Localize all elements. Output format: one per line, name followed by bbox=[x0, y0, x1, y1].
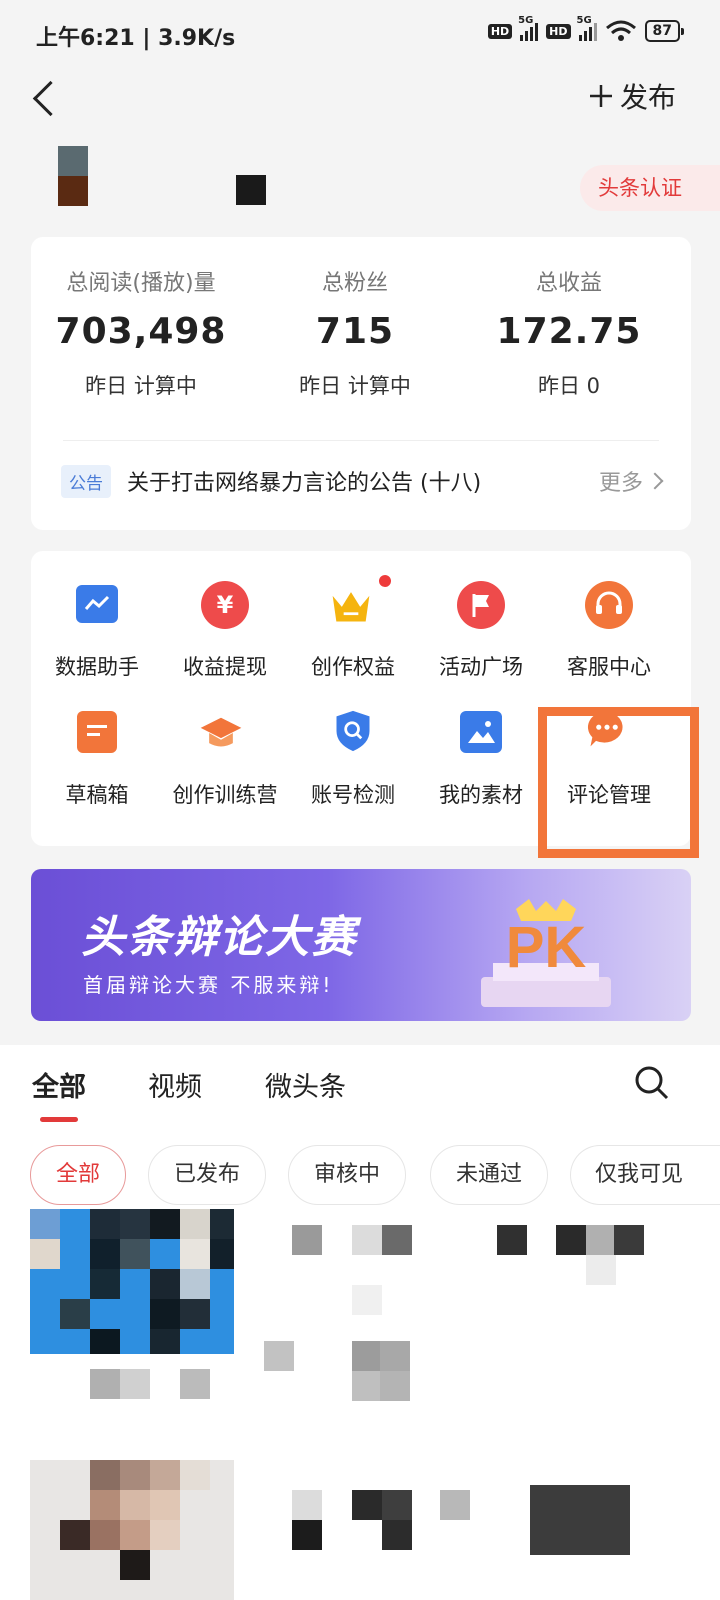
status-bar: 上午6:21 | 3.9K/s HD 5G HD 5G 87 bbox=[0, 0, 720, 70]
stat-value: 172.75 bbox=[496, 311, 642, 352]
banner-subtitle: 首届辩论大赛 不服来辩! bbox=[83, 973, 334, 997]
username-redacted bbox=[236, 175, 266, 205]
tool-drafts[interactable]: 草稿箱 bbox=[31, 699, 163, 819]
wifi-icon bbox=[605, 20, 636, 41]
tool-my-materials[interactable]: 我的素材 bbox=[415, 699, 547, 819]
stats-card: 总阅读(播放)量 703,498 昨日 计算中 总粉丝 715 昨日 计算中 总… bbox=[31, 237, 691, 530]
tool-label: 我的素材 bbox=[439, 783, 523, 807]
tool-label: 收益提现 bbox=[183, 655, 267, 679]
stat-reads[interactable]: 总阅读(播放)量 703,498 昨日 计算中 bbox=[31, 265, 251, 400]
stat-value: 703,498 bbox=[55, 311, 227, 352]
tab-underline bbox=[40, 1117, 78, 1122]
stat-earnings[interactable]: 总收益 172.75 昨日 0 bbox=[459, 265, 679, 400]
tool-label: 客服中心 bbox=[567, 655, 651, 679]
tool-creator-rights[interactable]: 创作权益 bbox=[287, 571, 419, 691]
hd-badge-2: HD bbox=[546, 23, 571, 39]
signal-icon-2: 5G bbox=[577, 15, 597, 41]
chip-published[interactable]: 已发布 bbox=[148, 1145, 266, 1205]
avatar[interactable] bbox=[58, 146, 88, 176]
signal-icon: 5G bbox=[518, 15, 539, 41]
tool-label: 草稿箱 bbox=[65, 783, 129, 807]
tool-label: 账号检测 bbox=[311, 783, 395, 807]
announcement-row[interactable]: 公告 关于打击网络暴力言论的公告 (十八) 更多 bbox=[61, 461, 664, 501]
tool-activity-square[interactable]: 活动广场 bbox=[415, 571, 547, 691]
highlight-box bbox=[538, 707, 699, 858]
content-tabs: 全部 视频 微头条 bbox=[0, 1045, 720, 1125]
draft-icon bbox=[77, 711, 117, 753]
announcement-tag: 公告 bbox=[61, 464, 111, 498]
chip-private[interactable]: 仅我可见 bbox=[570, 1145, 720, 1205]
status-time: 上午6:21 | 3.9K/s bbox=[36, 26, 236, 51]
graduation-cap-icon bbox=[200, 717, 242, 747]
top-bar: 发布 bbox=[0, 70, 720, 126]
banner-title: 头条辩论大赛 bbox=[81, 912, 357, 963]
stat-label: 总阅读(播放)量 bbox=[66, 271, 216, 296]
crown-icon bbox=[332, 592, 370, 622]
publish-label: 发布 bbox=[619, 81, 676, 114]
search-icon[interactable] bbox=[634, 1065, 670, 1101]
divider bbox=[63, 440, 659, 441]
tool-earnings-withdraw[interactable]: ¥ 收益提现 bbox=[159, 571, 291, 691]
content-feed: 全部 视频 微头条 全部 已发布 审核中 未通过 仅我可见 bbox=[0, 1045, 720, 1600]
tool-label: 创作训练营 bbox=[172, 783, 278, 807]
certification-badge[interactable]: 头条认证 bbox=[580, 165, 720, 211]
tool-training-camp[interactable]: 创作训练营 bbox=[159, 699, 291, 819]
notification-dot bbox=[377, 573, 393, 589]
chevron-right-icon bbox=[646, 472, 664, 490]
tab-micro-post[interactable]: 微头条 bbox=[265, 1065, 346, 1104]
hd-badge: HD bbox=[487, 23, 513, 39]
more-link[interactable]: 更多 bbox=[599, 465, 664, 497]
headset-icon bbox=[585, 581, 633, 629]
chip-reviewing[interactable]: 审核中 bbox=[288, 1145, 406, 1205]
stat-sub: 昨日 计算中 bbox=[85, 374, 197, 398]
announcement-text: 关于打击网络暴力言论的公告 (十八) bbox=[127, 471, 482, 496]
shield-search-icon bbox=[336, 710, 370, 752]
stat-sub: 昨日 计算中 bbox=[299, 374, 411, 398]
flag-icon bbox=[457, 581, 505, 629]
stat-label: 总粉丝 bbox=[321, 271, 388, 296]
debate-banner[interactable]: 头条辩论大赛 首届辩论大赛 不服来辩! PK bbox=[31, 869, 691, 1021]
publish-button[interactable]: 发布 bbox=[588, 76, 676, 116]
tool-label: 数据助手 bbox=[55, 655, 139, 679]
tab-all[interactable]: 全部 bbox=[32, 1065, 86, 1104]
stat-value: 715 bbox=[315, 311, 395, 352]
svg-text:PK: PK bbox=[506, 915, 587, 980]
article-thumbnail[interactable] bbox=[30, 1209, 234, 1354]
yen-icon: ¥ bbox=[201, 581, 249, 629]
battery-icon: 87 bbox=[644, 20, 685, 42]
tool-label: 活动广场 bbox=[439, 655, 523, 679]
plus-icon bbox=[589, 85, 612, 107]
image-icon bbox=[460, 711, 502, 753]
status-icons: HD 5G HD 5G 87 bbox=[487, 15, 685, 42]
chip-all[interactable]: 全部 bbox=[30, 1145, 126, 1205]
tool-account-check[interactable]: 账号检测 bbox=[287, 699, 419, 819]
avatar-lower bbox=[58, 176, 88, 206]
profile-header: 头条认证 bbox=[0, 140, 720, 220]
data-chart-icon bbox=[76, 585, 118, 623]
chip-rejected[interactable]: 未通过 bbox=[430, 1145, 548, 1205]
tool-customer-service[interactable]: 客服中心 bbox=[543, 571, 675, 691]
article-thumbnail-2[interactable] bbox=[30, 1460, 234, 1600]
back-button[interactable] bbox=[28, 76, 68, 120]
stat-label: 总收益 bbox=[535, 271, 602, 296]
stat-fans[interactable]: 总粉丝 715 昨日 计算中 bbox=[245, 265, 465, 400]
tool-label: 创作权益 bbox=[311, 655, 395, 679]
stat-sub: 昨日 0 bbox=[537, 374, 601, 398]
pk-trophy-icon: PK bbox=[481, 899, 611, 1007]
filter-chips: 全部 已发布 审核中 未通过 仅我可见 bbox=[0, 1145, 720, 1215]
tab-video[interactable]: 视频 bbox=[148, 1065, 202, 1104]
tool-data-assistant[interactable]: 数据助手 bbox=[31, 571, 163, 691]
